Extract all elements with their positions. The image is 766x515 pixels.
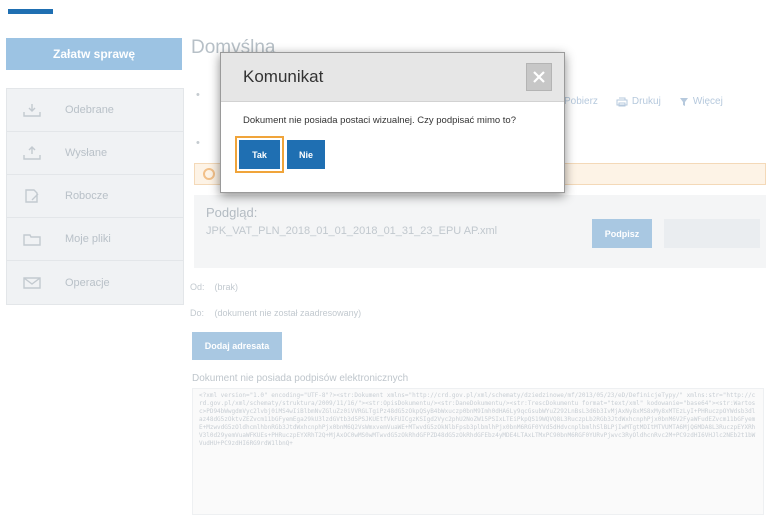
dialog-header: Komunikat [221, 53, 564, 102]
toolbar-label: Drukuj [631, 96, 661, 107]
dialog-buttons: Tak Nie [239, 140, 325, 169]
outbox-upload-icon [23, 146, 41, 160]
sidebar: Załatw sprawę Odebrane Wysłane Robocze M… [6, 38, 184, 305]
dialog-title: Komunikat [243, 67, 324, 86]
sidebar-nav: Odebrane Wysłane Robocze Moje pliki Oper… [6, 88, 184, 305]
more-action[interactable]: Więcej [679, 96, 723, 107]
sidebar-item-sent[interactable]: Wysłane [7, 132, 183, 175]
sidebar-item-operations[interactable]: Operacje [7, 261, 183, 304]
add-recipient-button[interactable]: Dodaj adresata [192, 332, 282, 360]
dialog-close-button[interactable] [526, 63, 552, 91]
handle-matter-button[interactable]: Załatw sprawę [6, 38, 182, 70]
printer-icon [616, 97, 628, 106]
print-action[interactable]: Drukuj [616, 96, 661, 107]
download-action[interactable]: Pobierz [564, 96, 598, 107]
folder-icon [23, 234, 41, 246]
sidebar-item-label: Odebrane [65, 104, 114, 116]
sidebar-item-label: Operacje [65, 276, 110, 289]
warning-icon [203, 168, 215, 180]
sign-button[interactable]: Podpisz [592, 219, 652, 248]
xml-preview: <?xml version="1.0" encoding="UTF-8"?><s… [192, 388, 764, 515]
inbox-download-icon [23, 104, 41, 117]
sidebar-item-label: Wysłane [65, 147, 108, 159]
toolbar-label: Więcej [692, 96, 723, 107]
secondary-action-button[interactable] [664, 219, 760, 248]
sidebar-item-my-files[interactable]: Moje pliki [7, 218, 183, 261]
filter-icon [679, 97, 688, 106]
toolbar-label: Pobierz [564, 96, 598, 107]
sidebar-item-label: Moje pliki [65, 233, 111, 245]
from-value: (brak) [214, 282, 239, 292]
sidebar-item-label: Robocze [65, 190, 109, 202]
no-signature-notice: Dokument nie posiada podpisów elektronic… [192, 373, 409, 384]
bullet-marker: • [196, 89, 200, 101]
preview-label: Podgląd: [206, 205, 258, 220]
message-dialog: Komunikat Dokument nie posiada postaci w… [220, 52, 565, 193]
sidebar-item-received[interactable]: Odebrane [7, 89, 183, 132]
to-row: Do: (dokument nie został zaadresowany) [190, 308, 361, 318]
yes-button[interactable]: Tak [239, 140, 280, 169]
sidebar-item-drafts[interactable]: Robocze [7, 175, 183, 218]
operations-icon [23, 276, 41, 289]
app-logo[interactable] [8, 9, 53, 14]
close-icon [533, 71, 545, 83]
from-row: Od: (brak) [190, 282, 238, 292]
document-preview-panel: Podgląd: JPK_VAT_PLN_2018_01_01_2018_01_… [194, 195, 766, 268]
dialog-message: Dokument nie posiada postaci wizualnej. … [243, 115, 516, 126]
draft-document-icon [25, 189, 39, 203]
bullet-marker: • [196, 137, 200, 149]
no-button[interactable]: Nie [287, 140, 325, 169]
preview-filename[interactable]: JPK_VAT_PLN_2018_01_01_2018_01_31_23_EPU… [206, 224, 506, 239]
document-toolbar: Pobierz Drukuj Więcej [564, 96, 723, 107]
to-label: Do: [190, 308, 205, 318]
from-label: Od: [190, 282, 205, 292]
to-value: (dokument nie został zaadresowany) [214, 308, 362, 318]
